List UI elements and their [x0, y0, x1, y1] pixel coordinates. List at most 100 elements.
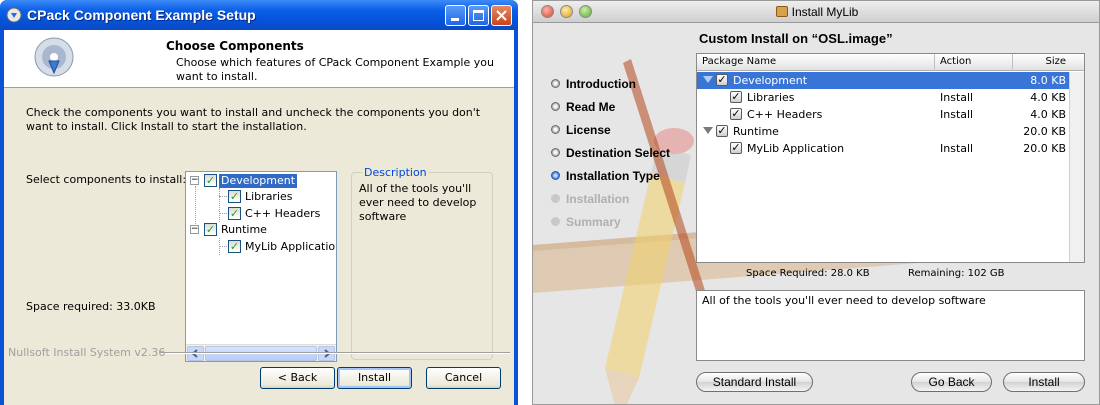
- collapse-toggle-icon[interactable]: −: [190, 225, 199, 234]
- space-required-label: Space required: 33.0KB: [26, 300, 156, 313]
- checkbox-development[interactable]: ✓: [716, 74, 728, 86]
- table-header: Package Name Action Size: [697, 54, 1084, 71]
- table-row[interactable]: ✓ Development 8.0 KB: [697, 72, 1084, 89]
- step-label: Destination Select: [566, 146, 671, 160]
- column-divider: [934, 54, 935, 71]
- step-label: Installation: [566, 192, 630, 206]
- window-title: Install MyLib: [533, 5, 1099, 19]
- step-license: License: [551, 123, 611, 137]
- minimize-icon: [451, 18, 459, 21]
- page-heading: Custom Install on “OSL.image”: [699, 31, 893, 46]
- tree-item-label: C++ Headers: [245, 207, 321, 220]
- package-size: 8.0 KB: [1030, 74, 1066, 87]
- table-row[interactable]: ✓ Libraries Install 4.0 KB: [697, 89, 1084, 106]
- package-action: Install: [940, 91, 974, 104]
- disclosure-triangle-icon[interactable]: [703, 127, 713, 134]
- table-row[interactable]: ✓ MyLib Application Install 20.0 KB: [697, 140, 1084, 157]
- column-header-action[interactable]: Action: [940, 56, 971, 67]
- tree-item-label: Libraries: [245, 190, 293, 203]
- step-bullet-icon: [551, 79, 560, 88]
- select-components-label: Select components to install:: [26, 173, 187, 186]
- remaining-space-label: Remaining: 102 GB: [908, 268, 1005, 279]
- back-button[interactable]: < Back: [260, 367, 335, 389]
- header-title: Choose Components: [166, 39, 304, 53]
- description-text: All of the tools you'll ever need to dev…: [359, 182, 477, 223]
- step-installation: Installation: [551, 192, 629, 206]
- window-body: Choose Components Choose which features …: [4, 30, 514, 405]
- go-back-button[interactable]: Go Back: [911, 372, 992, 392]
- step-label: Read Me: [566, 100, 616, 114]
- package-name: MyLib Application: [747, 142, 845, 155]
- close-button[interactable]: [491, 5, 512, 26]
- package-size: 20.0 KB: [1023, 125, 1066, 138]
- package-name: Libraries: [747, 91, 795, 104]
- step-bullet-icon: [551, 217, 560, 226]
- package-size: 4.0 KB: [1030, 108, 1066, 121]
- step-bullet-icon: [551, 125, 560, 134]
- minimize-button[interactable]: [445, 5, 466, 26]
- install-button[interactable]: Install: [337, 367, 412, 389]
- checkbox-mylib-application[interactable]: ✓: [730, 142, 742, 154]
- step-label: Introduction: [566, 77, 636, 91]
- install-button[interactable]: Install: [1003, 372, 1085, 392]
- installer-icon: [6, 7, 22, 23]
- package-name: Development: [733, 74, 808, 87]
- collapse-toggle-icon[interactable]: −: [190, 176, 199, 185]
- mac-installer-window: Install MyLib Custom Install on “OSL.ima…: [532, 0, 1100, 405]
- close-icon: [496, 10, 507, 21]
- table-row[interactable]: ✓ Runtime 20.0 KB: [697, 123, 1084, 140]
- column-divider: [1012, 54, 1013, 71]
- checkbox-runtime[interactable]: ✓: [204, 223, 217, 236]
- tree-item-label: Development: [219, 174, 298, 188]
- description-title: Description: [362, 166, 429, 179]
- step-bullet-icon: [551, 102, 560, 111]
- checkbox-cpp-headers[interactable]: ✓: [228, 207, 241, 220]
- title-bar[interactable]: Install MyLib: [533, 1, 1099, 23]
- step-current-icon: [551, 171, 560, 180]
- checkbox-development[interactable]: ✓: [204, 174, 217, 187]
- checkbox-libraries[interactable]: ✓: [228, 190, 241, 203]
- package-description: All of the tools you'll ever need to dev…: [696, 290, 1085, 361]
- footer-divider: [160, 352, 510, 354]
- install-disc-icon: [34, 37, 74, 77]
- cancel-button[interactable]: Cancel: [426, 367, 501, 389]
- intro-text: Check the components you want to install…: [26, 106, 481, 133]
- package-action: Install: [940, 108, 974, 121]
- package-name: C++ Headers: [747, 108, 823, 121]
- table-row[interactable]: ✓ C++ Headers Install 4.0 KB: [697, 106, 1084, 123]
- checkbox-runtime[interactable]: ✓: [716, 125, 728, 137]
- step-bullet-icon: [551, 194, 560, 203]
- step-introduction: Introduction: [551, 77, 636, 91]
- checkbox-cpp-headers[interactable]: ✓: [730, 108, 742, 120]
- header-panel: Choose Components Choose which features …: [4, 30, 514, 88]
- window-title: CPack Component Example Setup: [27, 7, 256, 23]
- checkbox-libraries[interactable]: ✓: [730, 91, 742, 103]
- column-header-package-name[interactable]: Package Name: [702, 56, 776, 67]
- title-bar[interactable]: CPack Component Example Setup: [0, 0, 518, 30]
- window-title-text: Install MyLib: [791, 5, 859, 19]
- standard-install-button[interactable]: Standard Install: [696, 372, 813, 392]
- footer-brand: Nullsoft Install System v2.36: [8, 346, 166, 359]
- checkbox-mylib-application[interactable]: ✓: [228, 240, 241, 253]
- package-table[interactable]: Package Name Action Size ✓ Development 8…: [696, 53, 1085, 263]
- tree-item-label: Runtime: [221, 223, 267, 236]
- maximize-button[interactable]: [468, 5, 489, 26]
- step-destination-select: Destination Select: [551, 146, 670, 160]
- package-size: 4.0 KB: [1030, 91, 1066, 104]
- step-bullet-icon: [551, 148, 560, 157]
- maximize-icon: [473, 10, 484, 21]
- tree-item-label: MyLib Application: [245, 240, 337, 253]
- vertical-scrollbar[interactable]: [1069, 72, 1084, 262]
- component-tree[interactable]: − ✓ Development ✓ Libraries ✓ C++ Header…: [185, 171, 337, 362]
- step-read-me: Read Me: [551, 100, 615, 114]
- package-size: 20.0 KB: [1023, 142, 1066, 155]
- package-name: Runtime: [733, 125, 779, 138]
- step-label: Installation Type: [566, 169, 660, 183]
- step-label: License: [566, 123, 611, 137]
- space-required-label: Space Required: 28.0 KB: [746, 268, 870, 279]
- column-header-size[interactable]: Size: [1045, 56, 1066, 67]
- step-summary: Summary: [551, 215, 621, 229]
- disclosure-triangle-icon[interactable]: [703, 76, 713, 83]
- header-description: Choose which features of CPack Component…: [176, 56, 494, 83]
- step-label: Summary: [566, 215, 621, 229]
